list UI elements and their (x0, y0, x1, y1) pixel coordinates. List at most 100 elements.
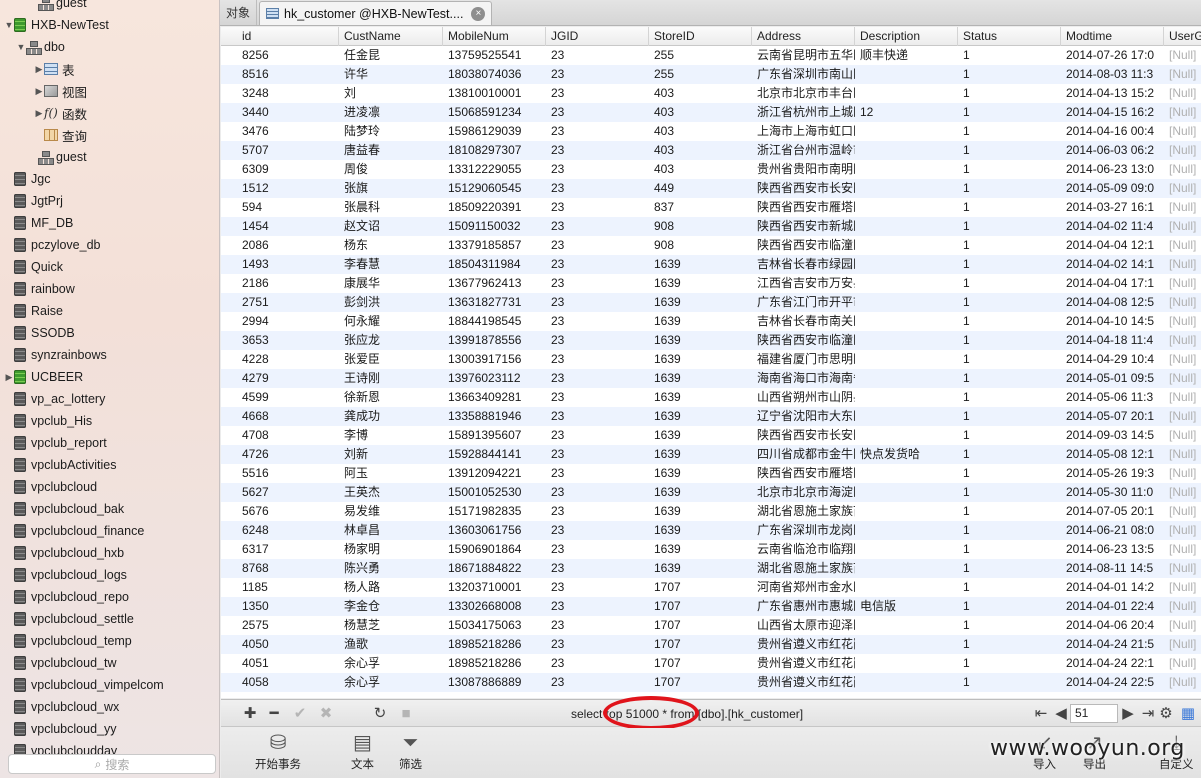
table-cell[interactable]: 2014-05-01 09:5 (1061, 369, 1164, 388)
table-cell[interactable]: [Null] (1164, 673, 1201, 692)
table-cell[interactable]: 福建省厦门市思明区 (752, 350, 855, 369)
table-cell[interactable]: [Null] (1164, 141, 1201, 160)
table-cell[interactable]: 4599 (237, 388, 339, 407)
tree-item[interactable]: vpclubcloud_temp (0, 630, 219, 652)
table-row[interactable]: 2994 何永耀 18844198545 23 1639 吉林省长春市南关区 1 2014-0… (221, 312, 1201, 331)
table-cell[interactable]: 2014-04-01 14:2 (1061, 578, 1164, 597)
tree-item[interactable]: vpclubcloud (0, 476, 219, 498)
table-cell[interactable]: 1 (958, 521, 1061, 540)
table-cell[interactable]: [Null] (1164, 654, 1201, 673)
table-cell[interactable] (855, 426, 958, 445)
table-cell[interactable]: 顺丰快递 (855, 46, 958, 65)
table-cell[interactable]: 23 (546, 673, 649, 692)
table-cell[interactable]: 2014-04-06 20:4 (1061, 616, 1164, 635)
table-cell[interactable]: 广东省江门市开平市 (752, 293, 855, 312)
table-cell[interactable]: 2014-07-05 20:1 (1061, 502, 1164, 521)
table-cell[interactable]: 2014-04-04 12:1 (1061, 236, 1164, 255)
sidebar-search-input[interactable]: ⌕ 搜索 (8, 754, 216, 774)
table-cell[interactable]: 1 (958, 654, 1061, 673)
tree-item[interactable]: MF_DB (0, 212, 219, 234)
table-cell[interactable]: 陕西省西安市临潼区 (752, 331, 855, 350)
table-cell[interactable]: 山西省太原市迎泽区 (752, 616, 855, 635)
table-cell[interactable]: [Null] (1164, 312, 1201, 331)
table-cell[interactable]: 1 (958, 65, 1061, 84)
tree-item[interactable]: vpclubcloud_repo (0, 586, 219, 608)
table-cell[interactable]: 进凌凛 (339, 103, 443, 122)
table-cell[interactable] (855, 521, 958, 540)
text-view-button[interactable]: ▤ 文本 (351, 730, 374, 772)
table-row[interactable]: 2575 杨慧芝 15034175063 23 1707 山西省太原市迎泽区 1 2014-0… (221, 616, 1201, 635)
table-cell[interactable]: 1 (958, 141, 1061, 160)
table-cell[interactable]: 江西省吉安市万安县 (752, 274, 855, 293)
table-cell[interactable]: 杨慧芝 (339, 616, 443, 635)
table-cell[interactable]: 上海市上海市虹口区 (752, 122, 855, 141)
table-row[interactable]: 5627 王英杰 15001052530 23 1639 北京市北京市海淀区 1 2014-0… (221, 483, 1201, 502)
table-cell[interactable]: 1639 (649, 407, 752, 426)
table-cell[interactable]: 1707 (649, 673, 752, 692)
table-row[interactable]: 5707 唐益春 18108297307 23 403 浙江省台州市温岭市 1 2014-06… (221, 141, 1201, 160)
table-cell[interactable]: 2014-07-26 17:0 (1061, 46, 1164, 65)
table-cell[interactable]: 23 (546, 84, 649, 103)
table-cell[interactable]: 1639 (649, 350, 752, 369)
table-cell[interactable]: 1639 (649, 388, 752, 407)
table-cell[interactable]: 1 (958, 312, 1061, 331)
table-cell[interactable]: [Null] (1164, 331, 1201, 350)
table-cell[interactable]: 2014-05-06 11:3 (1061, 388, 1164, 407)
table-cell[interactable]: 1350 (237, 597, 339, 616)
table-cell[interactable]: 广东省惠州市惠城区 (752, 597, 855, 616)
table-cell[interactable]: [Null] (1164, 521, 1201, 540)
table-cell[interactable]: [Null] (1164, 635, 1201, 654)
table-cell[interactable]: 2014-05-26 19:3 (1061, 464, 1164, 483)
tree-item[interactable]: ▼ dbo (0, 36, 219, 58)
tab-hk-customer[interactable]: hk_customer @HXB-NewTest.... × (259, 1, 493, 25)
tree-item[interactable]: guest (0, 0, 219, 14)
table-cell[interactable]: 辽宁省沈阳市大东区 (752, 407, 855, 426)
first-page-icon[interactable]: ⇤ (1030, 704, 1052, 724)
tree-item[interactable]: vp_ac_lottery (0, 388, 219, 410)
table-cell[interactable]: [Null] (1164, 578, 1201, 597)
table-cell[interactable]: 1639 (649, 502, 752, 521)
grid-view-icon[interactable]: ▦ (1177, 704, 1199, 724)
table-cell[interactable]: 2014-05-07 20:1 (1061, 407, 1164, 426)
table-cell[interactable]: 1 (958, 502, 1061, 521)
table-cell[interactable]: 1512 (237, 179, 339, 198)
table-cell[interactable] (855, 255, 958, 274)
table-cell[interactable]: 6309 (237, 160, 339, 179)
tree-item[interactable]: ▼ HXB-NewTest (0, 14, 219, 36)
table-cell[interactable]: 易发维 (339, 502, 443, 521)
table-cell[interactable]: 23 (546, 217, 649, 236)
table-cell[interactable]: 4228 (237, 350, 339, 369)
table-cell[interactable]: 2014-04-02 11:4 (1061, 217, 1164, 236)
table-cell[interactable]: 23 (546, 274, 649, 293)
table-cell[interactable]: 13677962413 (443, 274, 546, 293)
table-cell[interactable]: 3476 (237, 122, 339, 141)
table-cell[interactable]: [Null] (1164, 236, 1201, 255)
table-cell[interactable]: 8256 (237, 46, 339, 65)
tree-item[interactable]: rainbow (0, 278, 219, 300)
table-cell[interactable]: 贵州省贵阳市南明区 (752, 160, 855, 179)
table-cell[interactable]: 6248 (237, 521, 339, 540)
table-cell[interactable]: 594 (237, 198, 339, 217)
table-row[interactable]: 4051 余心孚 18985218286 23 1707 贵州省遵义市红花岗 1 2014-0… (221, 654, 1201, 673)
discard-changes-button[interactable]: ✖ (315, 704, 337, 724)
column-header[interactable]: StoreID (649, 27, 752, 46)
tree-item[interactable]: Jgc (0, 168, 219, 190)
column-header[interactable]: id (237, 27, 339, 46)
table-cell[interactable]: [Null] (1164, 84, 1201, 103)
table-cell[interactable]: 1 (958, 483, 1061, 502)
chevron-right-icon[interactable]: ▶ (34, 86, 44, 97)
table-cell[interactable]: 23 (546, 103, 649, 122)
table-cell[interactable] (855, 236, 958, 255)
table-cell[interactable]: 王诗刚 (339, 369, 443, 388)
tree-item[interactable]: ▶ UCBEER (0, 366, 219, 388)
table-cell[interactable] (855, 654, 958, 673)
table-cell[interactable]: 23 (546, 46, 649, 65)
table-cell[interactable]: 18985218286 (443, 635, 546, 654)
stop-button[interactable]: ■ (395, 704, 417, 724)
table-cell[interactable]: 云南省临沧市临翔区 (752, 540, 855, 559)
table-cell[interactable]: 4050 (237, 635, 339, 654)
table-cell[interactable]: 2014-04-13 15:2 (1061, 84, 1164, 103)
table-cell[interactable]: 电信版 (855, 597, 958, 616)
table-cell[interactable]: 龚成功 (339, 407, 443, 426)
table-cell[interactable]: 康展华 (339, 274, 443, 293)
